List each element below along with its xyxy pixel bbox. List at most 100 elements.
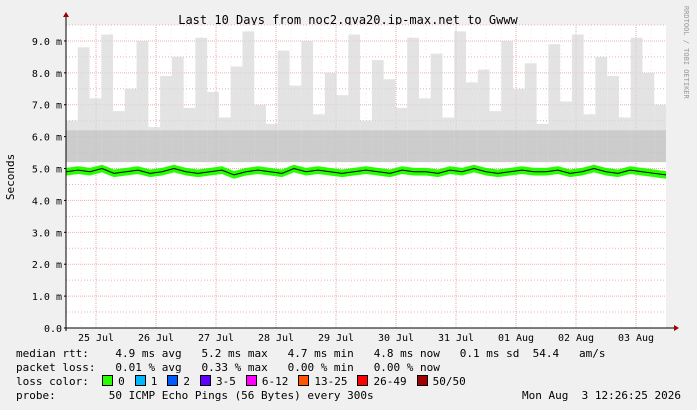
smoke-core xyxy=(571,130,584,163)
smoke-core xyxy=(242,130,255,163)
x-tick-label: 27 Jul xyxy=(198,333,234,344)
x-tick-label: 30 Jul xyxy=(378,333,414,344)
loss-color-label-text: 26-49 xyxy=(373,375,407,388)
rtt-avg: 4.9 ms avg xyxy=(115,347,182,360)
loss-color-item: 50/50 xyxy=(416,375,466,388)
loss-now: 0.00 % now xyxy=(373,361,440,374)
rtt-min: 4.7 ms min xyxy=(287,347,354,360)
smoke-core xyxy=(195,130,208,163)
loss-color-swatch xyxy=(199,375,211,386)
loss-max: 0.33 % max xyxy=(201,361,268,374)
x-tick-label: 31 Jul xyxy=(438,333,474,344)
rtt-max: 5.2 ms max xyxy=(201,347,268,360)
smoke-core xyxy=(477,130,490,163)
y-tick-label: 1.0 m xyxy=(32,292,62,303)
probe-label: probe: xyxy=(16,389,56,402)
smoke-core xyxy=(501,130,514,163)
smoke-core xyxy=(313,130,325,163)
packet-loss-label: packet loss: xyxy=(16,361,96,374)
y-tick-label: 2.0 m xyxy=(32,260,62,271)
watermark: RRDTOOL / TOBI OETIKER xyxy=(682,6,690,100)
loss-color-legend: 0 1 2 3-5 6-12 13-25 26-49 50/50 xyxy=(102,375,476,388)
x-tick-label: 03 Aug xyxy=(618,333,654,344)
smoke-core xyxy=(466,130,478,163)
smoke-core xyxy=(113,130,125,163)
y-tick-label: 0.0 xyxy=(44,324,62,335)
loss-color-item: 6-12 xyxy=(245,375,289,388)
loss-color-swatch xyxy=(298,375,310,386)
median-rtt-row: median rtt: 4.9 ms avg 5.2 ms max 4.7 ms… xyxy=(16,347,606,360)
loss-color-label-text: 6-12 xyxy=(261,375,289,388)
loss-avg: 0.01 % avg xyxy=(115,361,182,374)
loss-color-label-text: 50/50 xyxy=(432,375,466,388)
timestamp: Mon Aug 3 12:26:25 2026 xyxy=(522,389,681,402)
smoke-core xyxy=(66,130,78,163)
smoke-core xyxy=(101,130,114,163)
x-tick-label: 29 Jul xyxy=(318,333,354,344)
smoke-core xyxy=(560,130,572,163)
x-tick-label: 01 Aug xyxy=(498,333,534,344)
probe-text: 50 ICMP Echo Pings (56 Bytes) every 300s xyxy=(108,389,374,402)
smoke-core xyxy=(89,130,102,163)
smoke-core xyxy=(524,130,537,163)
rtt-am: 54.4 am/s xyxy=(532,347,606,360)
x-tick-label: 26 Jul xyxy=(138,333,174,344)
smoke-core xyxy=(254,130,266,163)
smoke-core xyxy=(218,130,231,163)
smoke-core xyxy=(77,130,90,163)
loss-color-item: 0 xyxy=(102,375,125,388)
x-tick-labels: 25 Jul 26 Jul 27 Jul 28 Jul 29 Jul 30 Jul 31 J… xyxy=(78,333,654,344)
smoke-core xyxy=(136,130,149,163)
loss-color-label-text: 1 xyxy=(150,375,158,388)
loss-color-label-text: 0 xyxy=(118,375,125,388)
loss-color-item: 26-49 xyxy=(357,375,407,388)
loss-color-item: 13-25 xyxy=(298,375,347,388)
y-tick-label: 3.0 m xyxy=(32,228,62,239)
smoke-core xyxy=(266,130,278,163)
y-tick-labels: 0.0 1.0 m 2.0 m 3.0 m 4.0 m 5.0 m 6.0 m 7.0 m 8.… xyxy=(32,37,62,335)
loss-color-swatch xyxy=(416,375,428,386)
smoke-core xyxy=(407,130,419,163)
smoke-core xyxy=(595,130,608,163)
x-tick-label: 25 Jul xyxy=(78,333,114,344)
x-tick-label: 02 Aug xyxy=(558,333,594,344)
smoke-core xyxy=(454,130,466,163)
smoke-core xyxy=(395,130,408,163)
loss-min: 0.00 % min xyxy=(287,361,354,374)
loss-color-swatch xyxy=(167,375,179,386)
smoke-core xyxy=(654,130,666,163)
rtt-now: 4.8 ms now xyxy=(373,347,440,360)
smoke-core xyxy=(583,130,596,163)
smoke-core xyxy=(618,130,631,163)
smoke-core xyxy=(277,130,290,163)
median-rtt-label: median rtt: xyxy=(16,347,89,360)
smoke-core xyxy=(536,130,549,163)
smoke-core xyxy=(630,130,643,163)
smoke-core xyxy=(148,130,161,163)
smoke-core xyxy=(442,130,455,163)
smoke-core xyxy=(183,130,196,163)
loss-color-label-text: 2 xyxy=(183,375,190,388)
smoke-core xyxy=(124,130,137,163)
y-tick-label: 7.0 m xyxy=(32,101,62,112)
y-axis-label: Seconds xyxy=(4,154,17,200)
loss-color-item: 1 xyxy=(134,375,158,388)
loss-color-label: loss color: xyxy=(16,375,89,388)
smoke-core xyxy=(548,130,561,163)
packet-loss-row: packet loss: 0.01 % avg 0.33 % max 0.00 … xyxy=(16,361,440,374)
smoke-core xyxy=(383,130,396,163)
smoke-core xyxy=(289,130,302,163)
smoke-core xyxy=(430,130,443,163)
smoke-core xyxy=(348,130,361,163)
smoke-core xyxy=(371,130,384,163)
loss-color-swatch xyxy=(245,375,257,386)
smokeping-chart: Last 10 Days from noc2.gva20.ip-max.net … xyxy=(4,6,690,344)
loss-color-swatch xyxy=(102,375,114,386)
loss-color-item: 2 xyxy=(167,375,190,388)
smoke-core xyxy=(324,130,337,163)
x-tick-label: 28 Jul xyxy=(258,333,294,344)
x-axis-arrow xyxy=(674,325,679,331)
smoke-core xyxy=(301,130,314,163)
loss-color-row: loss color: 0 1 2 3-5 6-12 13-25 26-49 50/50 xyxy=(16,375,476,388)
smoke-core xyxy=(418,130,431,163)
